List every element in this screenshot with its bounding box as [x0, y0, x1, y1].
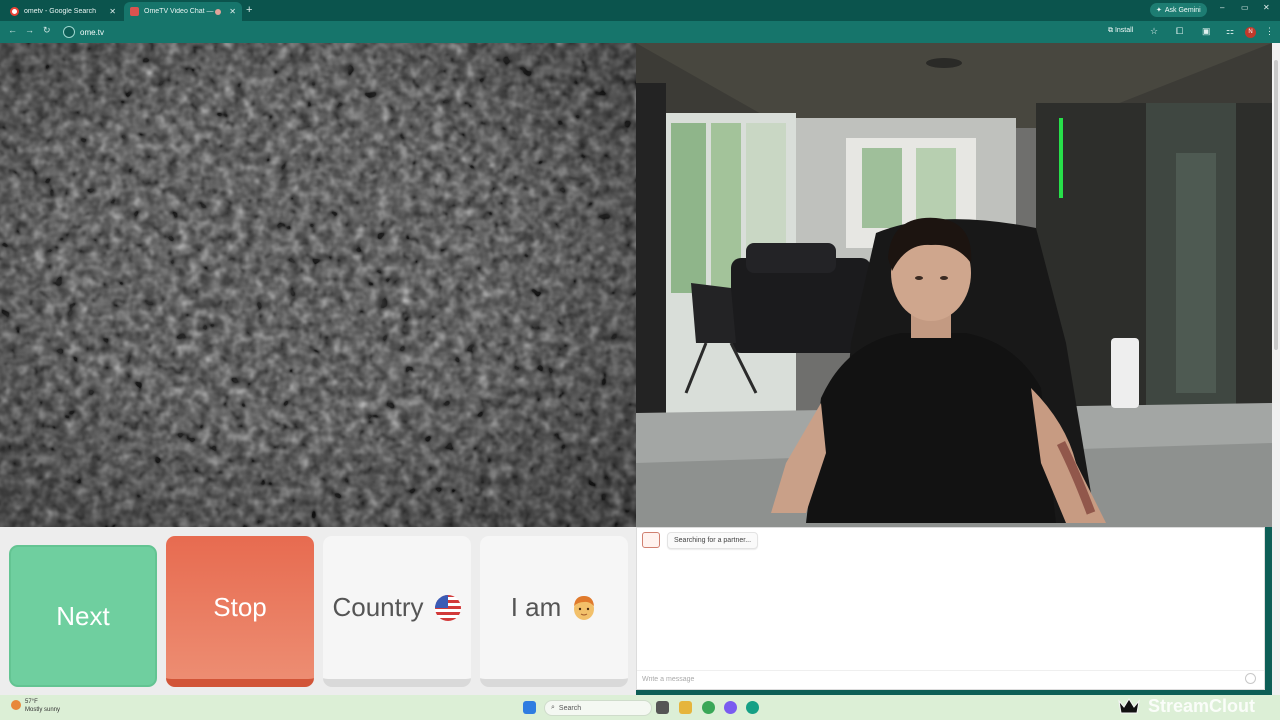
ometv-favicon-icon — [130, 7, 139, 16]
file-explorer-icon[interactable] — [679, 701, 692, 714]
country-label: Country — [332, 592, 424, 622]
tab-title: OmeTV Video Chat — Ome — [144, 8, 215, 15]
weather-widget[interactable]: 57°F Mostly sunny — [11, 698, 60, 714]
taskbar-search-box[interactable]: ⌕ Search — [544, 700, 652, 716]
install-button[interactable]: ⧉ Install — [1108, 27, 1133, 35]
profile-avatar[interactable]: N — [1245, 27, 1256, 38]
weather-sun-icon — [11, 700, 21, 710]
ometv-logo-icon — [642, 532, 660, 548]
boy-emoji-icon — [574, 595, 595, 620]
weather-temperature: 57°F — [25, 699, 38, 705]
stop-label: Stop — [213, 592, 267, 622]
iam-label: I am — [510, 592, 562, 622]
forward-icon[interactable]: → — [25, 25, 34, 35]
menu-kebab-icon[interactable]: ⋮ — [1265, 26, 1274, 37]
tab-search-icon[interactable]: ⚏ — [1226, 26, 1234, 37]
ask-gemini-label: Ask Gemini — [1164, 6, 1201, 14]
streamclout-watermark: StreamClout — [1118, 694, 1255, 718]
address-bar[interactable]: ome.tv — [58, 24, 1168, 40]
next-button[interactable]: Next — [9, 545, 157, 687]
iam-button[interactable]: I am — [480, 536, 628, 687]
maximize-icon[interactable]: ▭ — [1241, 3, 1249, 12]
self-camera-video — [636, 43, 1272, 527]
taskbar-search-label: Search — [558, 704, 582, 712]
cast-icon[interactable]: ▣ — [1202, 26, 1211, 37]
recording-icon — [215, 8, 222, 15]
bookmark-star-icon[interactable]: ☆ — [1150, 26, 1158, 37]
close-tab-icon[interactable]: ✕ — [229, 7, 236, 16]
chrome-icon[interactable] — [702, 701, 715, 714]
tab-ometv[interactable]: OmeTV Video Chat — Ome ✕ — [124, 2, 242, 21]
weather-condition: Mostly sunny — [25, 707, 61, 713]
install-icon: ⧉ — [1108, 27, 1113, 34]
back-icon[interactable]: ← — [8, 25, 17, 35]
gemini-icon: ✦ — [1156, 7, 1162, 14]
chrome-profile-icon[interactable] — [724, 701, 737, 714]
emoji-picker-icon[interactable] — [1245, 673, 1256, 684]
ask-gemini-button[interactable]: ✦ Ask Gemini — [1150, 3, 1207, 17]
tab-google-search[interactable]: ometv - Google Search ✕ — [4, 2, 122, 21]
country-button[interactable]: Country — [323, 536, 471, 687]
static-noise-image — [0, 43, 636, 527]
extensions-icon[interactable]: ⧠ — [1176, 26, 1183, 37]
chat-panel — [636, 527, 1265, 690]
page-scrollbar-thumb[interactable] — [1274, 60, 1278, 350]
webcam-feed-image — [636, 43, 1272, 527]
close-window-icon[interactable]: ✕ — [1263, 3, 1270, 12]
site-info-icon[interactable] — [63, 26, 75, 38]
partner-video-static — [0, 43, 636, 527]
stop-button[interactable]: Stop — [166, 536, 314, 687]
search-icon: ⌕ — [551, 704, 555, 711]
chat-status-message: Searching for a partner... — [667, 532, 759, 549]
crown-logo-icon — [1118, 698, 1140, 714]
minimize-icon[interactable]: – — [1220, 3, 1224, 12]
task-view-icon[interactable] — [656, 701, 669, 714]
windows-start-icon[interactable] — [523, 701, 536, 714]
new-tab-button[interactable]: + — [246, 4, 252, 16]
url-text: ome.tv — [80, 27, 105, 37]
streamclout-brand: StreamClout — [1148, 695, 1256, 716]
ometv-app-icon[interactable] — [746, 701, 759, 714]
tab-title: ometv - Google Search — [24, 8, 96, 15]
us-flag-icon — [434, 594, 461, 621]
next-label: Next — [56, 600, 110, 631]
close-tab-icon[interactable]: ✕ — [109, 7, 116, 16]
chat-message-input[interactable] — [637, 670, 1264, 687]
reload-icon[interactable]: ↻ — [43, 25, 51, 36]
google-favicon-icon — [10, 7, 19, 16]
install-label: Install — [1114, 27, 1134, 34]
